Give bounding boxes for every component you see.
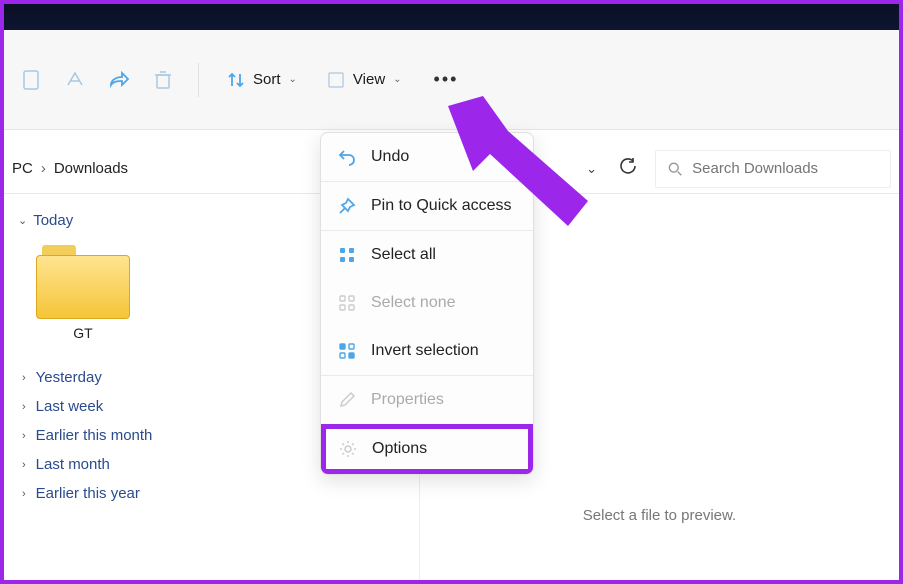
more-button[interactable]: ••• <box>426 69 467 90</box>
refresh-icon[interactable] <box>619 157 637 180</box>
address-tools: ⌄ <box>586 157 637 180</box>
select-all-icon <box>337 245 357 265</box>
options-icon <box>338 439 358 459</box>
chevron-right-icon: › <box>22 401 26 413</box>
chevron-down-icon: ⌄ <box>289 74 297 85</box>
properties-icon <box>337 390 357 410</box>
view-button[interactable]: View ⌄ <box>321 67 408 93</box>
new-icon[interactable] <box>18 67 44 93</box>
search-input[interactable] <box>692 160 878 177</box>
history-dropdown-icon[interactable]: ⌄ <box>586 161 597 177</box>
pin-icon <box>337 196 357 216</box>
share-icon[interactable] <box>106 67 132 93</box>
menu-options[interactable]: Options <box>321 424 533 474</box>
title-bar <box>4 4 899 30</box>
undo-icon <box>337 147 357 167</box>
select-none-icon <box>337 293 357 313</box>
menu-select-none: Select none <box>321 279 533 327</box>
folder-item[interactable]: GT <box>36 245 130 341</box>
chevron-right-icon: › <box>22 459 26 471</box>
menu-pin[interactable]: Pin to Quick access <box>321 182 533 230</box>
group-earlier-year[interactable]: ›Earlier this year <box>18 479 409 508</box>
folder-name: GT <box>36 325 130 341</box>
menu-select-all[interactable]: Select all <box>321 231 533 279</box>
search-box[interactable] <box>655 150 891 188</box>
command-bar: Sort ⌄ View ⌄ ••• <box>4 30 899 130</box>
group-label: Today <box>33 212 73 229</box>
invert-selection-icon <box>337 341 357 361</box>
chevron-right-icon: › <box>41 160 46 177</box>
toolbar-separator <box>198 63 199 97</box>
chevron-down-icon: ⌄ <box>393 74 401 85</box>
sort-label: Sort <box>253 71 281 88</box>
breadcrumb-pc[interactable]: PC <box>12 160 33 177</box>
sort-button[interactable]: Sort ⌄ <box>221 67 303 93</box>
chevron-right-icon: › <box>22 372 26 384</box>
preview-placeholder: Select a file to preview. <box>583 507 736 524</box>
search-icon <box>668 161 682 177</box>
chevron-down-icon: ⌄ <box>18 214 27 227</box>
chevron-right-icon: › <box>22 430 26 442</box>
view-label: View <box>353 71 385 88</box>
menu-invert-selection[interactable]: Invert selection <box>321 327 533 375</box>
delete-icon[interactable] <box>150 67 176 93</box>
chevron-right-icon: › <box>22 488 26 500</box>
breadcrumb-downloads[interactable]: Downloads <box>54 160 128 177</box>
menu-properties: Properties <box>321 376 533 424</box>
rename-icon[interactable] <box>62 67 88 93</box>
folder-icon <box>36 245 130 319</box>
breadcrumb[interactable]: PC › Downloads <box>12 160 128 177</box>
menu-undo[interactable]: Undo <box>321 133 533 181</box>
overflow-menu: Undo Pin to Quick access Select all Sele… <box>320 132 534 475</box>
